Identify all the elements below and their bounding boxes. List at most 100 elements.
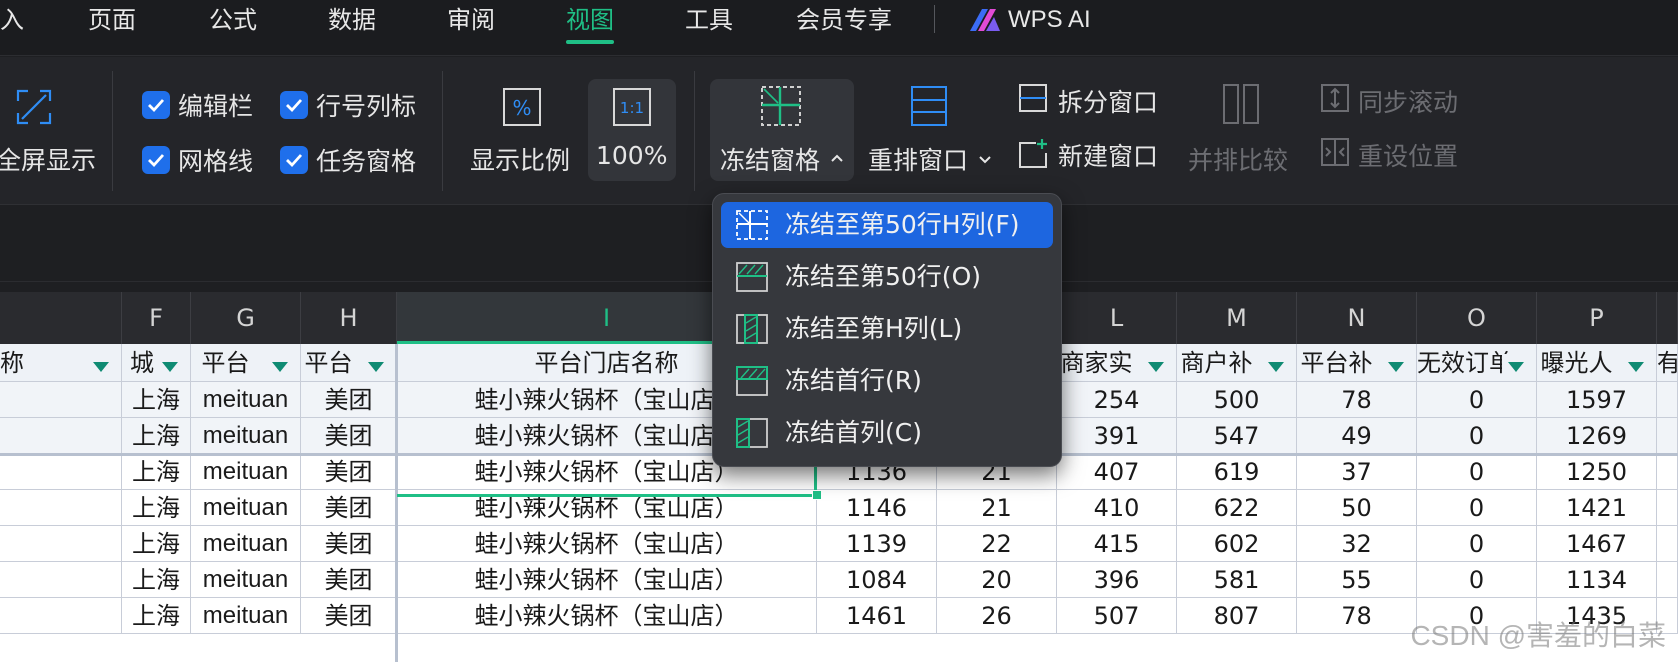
table-cell[interactable]: 396 <box>1057 562 1177 598</box>
header-cell[interactable]: 平台 <box>191 344 301 382</box>
arrange-windows-label[interactable]: 重排窗口 <box>868 141 968 177</box>
column-header-f[interactable]: F <box>122 292 191 344</box>
table-cell[interactable]: 上海 <box>122 562 191 598</box>
table-cell[interactable]: 391 <box>1057 418 1177 454</box>
zoom-ratio-icon[interactable]: % <box>502 87 542 127</box>
table-cell[interactable]: 美团 <box>301 526 397 562</box>
table-cell[interactable]: 1146 <box>817 490 937 526</box>
table-cell[interactable]: 上海 <box>122 418 191 454</box>
table-cell[interactable]: 49 <box>1297 418 1417 454</box>
table-cell[interactable]: meituan <box>191 490 301 526</box>
table-cell[interactable] <box>0 454 122 490</box>
table-cell[interactable] <box>1657 418 1678 454</box>
table-cell[interactable]: 415 <box>1057 526 1177 562</box>
header-cell[interactable]: 称 <box>0 344 122 382</box>
table-cell[interactable]: 蛙小辣火锅杯（宝山店） <box>397 562 817 598</box>
filter-dropdown-icon[interactable] <box>1622 354 1650 380</box>
filter-dropdown-icon[interactable] <box>156 354 184 380</box>
column-header-p[interactable]: P <box>1537 292 1657 344</box>
filter-dropdown-icon[interactable] <box>1502 354 1530 380</box>
fill-handle[interactable] <box>812 490 822 500</box>
header-cell[interactable]: 城 <box>122 344 191 382</box>
menu-tools[interactable]: 工具 <box>685 0 733 42</box>
table-cell[interactable]: meituan <box>191 526 301 562</box>
filter-dropdown-icon[interactable] <box>1382 354 1410 380</box>
table-cell[interactable]: 21 <box>937 490 1057 526</box>
table-cell[interactable]: 美团 <box>301 454 397 490</box>
table-cell[interactable]: 26 <box>937 598 1057 634</box>
table-cell[interactable]: 1597 <box>1537 382 1657 418</box>
table-cell[interactable]: meituan <box>191 382 301 418</box>
header-cell[interactable]: 商家实 <box>1057 344 1177 382</box>
filter-dropdown-icon[interactable] <box>1262 354 1290 380</box>
table-cell[interactable] <box>0 526 122 562</box>
freeze-first-row-item[interactable]: 冻结首行(R) <box>721 358 1053 404</box>
row-col-header-checkbox[interactable] <box>280 91 308 119</box>
table-cell[interactable]: 0 <box>1417 490 1537 526</box>
fullscreen-label[interactable]: 全屏显示 <box>0 141 96 177</box>
column-header-n[interactable]: N <box>1297 292 1417 344</box>
table-cell[interactable]: meituan <box>191 598 301 634</box>
table-cell[interactable]: 美团 <box>301 418 397 454</box>
table-cell[interactable]: 上海 <box>122 490 191 526</box>
menu-page[interactable]: 页面 <box>88 0 136 42</box>
table-cell[interactable]: 上海 <box>122 382 191 418</box>
table-cell[interactable]: 1134 <box>1537 562 1657 598</box>
table-cell[interactable] <box>0 490 122 526</box>
table-cell[interactable] <box>1657 454 1678 490</box>
table-cell[interactable]: 410 <box>1057 490 1177 526</box>
column-header-o[interactable]: O <box>1417 292 1537 344</box>
column-header-g[interactable]: G <box>191 292 301 344</box>
table-cell[interactable]: 807 <box>1177 598 1297 634</box>
menu-wps-ai[interactable]: WPS AI <box>1008 0 1091 42</box>
menu-formula[interactable]: 公式 <box>209 0 257 42</box>
table-cell[interactable]: 55 <box>1297 562 1417 598</box>
menu-insert[interactable]: 入 <box>0 0 24 42</box>
header-cell[interactable]: 无效订单 <box>1417 344 1537 382</box>
table-cell[interactable]: 上海 <box>122 598 191 634</box>
freeze-to-row50-colh-item[interactable]: 冻结至第50行H列(F) <box>721 202 1053 248</box>
table-cell[interactable]: 1467 <box>1537 526 1657 562</box>
header-cell[interactable]: 有 <box>1657 344 1678 382</box>
header-cell[interactable]: 平台补 <box>1297 344 1417 382</box>
new-window-icon[interactable] <box>1018 137 1050 169</box>
freeze-to-row50-item[interactable]: 冻结至第50行(O) <box>721 254 1053 300</box>
table-cell[interactable] <box>0 562 122 598</box>
table-cell[interactable]: 1084 <box>817 562 937 598</box>
table-cell[interactable]: 上海 <box>122 526 191 562</box>
split-window-icon[interactable] <box>1018 83 1048 113</box>
table-cell[interactable]: 美团 <box>301 562 397 598</box>
table-cell[interactable]: 1421 <box>1537 490 1657 526</box>
table-cell[interactable]: 1269 <box>1537 418 1657 454</box>
table-cell[interactable]: 22 <box>937 526 1057 562</box>
zoom-ratio-label[interactable]: 显示比例 <box>470 141 570 177</box>
new-window-label[interactable]: 新建窗口 <box>1058 137 1158 173</box>
column-header-e[interactable] <box>0 292 122 344</box>
table-cell[interactable]: 500 <box>1177 382 1297 418</box>
header-cell[interactable]: 平台 <box>301 344 397 382</box>
filter-dropdown-icon[interactable] <box>362 354 390 380</box>
table-cell[interactable]: 602 <box>1177 526 1297 562</box>
table-cell[interactable]: 78 <box>1297 598 1417 634</box>
column-header-l[interactable]: L <box>1057 292 1177 344</box>
edit-bar-checkbox[interactable] <box>142 91 170 119</box>
freeze-to-colh-item[interactable]: 冻结至第H列(L) <box>721 306 1053 352</box>
table-cell[interactable]: 32 <box>1297 526 1417 562</box>
menu-member[interactable]: 会员专享 <box>796 0 892 42</box>
table-cell[interactable]: 美团 <box>301 598 397 634</box>
table-cell[interactable] <box>1657 382 1678 418</box>
table-cell[interactable]: 619 <box>1177 454 1297 490</box>
header-cell[interactable]: 曝光人 <box>1537 344 1657 382</box>
menu-review[interactable]: 审阅 <box>447 0 495 42</box>
column-header-h[interactable]: H <box>301 292 397 344</box>
column-header-q[interactable] <box>1657 292 1678 344</box>
table-cell[interactable]: 407 <box>1057 454 1177 490</box>
table-cell[interactable]: 1139 <box>817 526 937 562</box>
table-cell[interactable]: 1461 <box>817 598 937 634</box>
table-cell[interactable]: 622 <box>1177 490 1297 526</box>
table-cell[interactable]: 507 <box>1057 598 1177 634</box>
freeze-first-col-item[interactable]: 冻结首列(C) <box>721 410 1053 456</box>
table-cell[interactable] <box>0 418 122 454</box>
table-cell[interactable] <box>1657 562 1678 598</box>
task-pane-checkbox[interactable] <box>280 146 308 174</box>
